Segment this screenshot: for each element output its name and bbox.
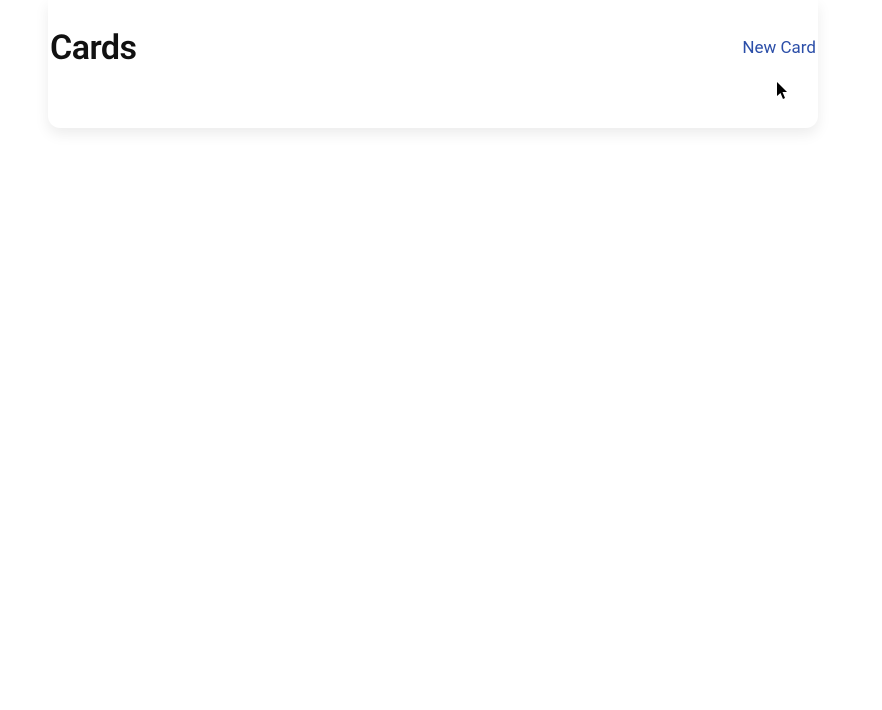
header-row: Cards New Card bbox=[48, 28, 818, 68]
page-title: Cards bbox=[50, 28, 137, 68]
new-card-button[interactable]: New Card bbox=[742, 38, 816, 58]
cards-panel: Cards New Card bbox=[48, 0, 818, 128]
